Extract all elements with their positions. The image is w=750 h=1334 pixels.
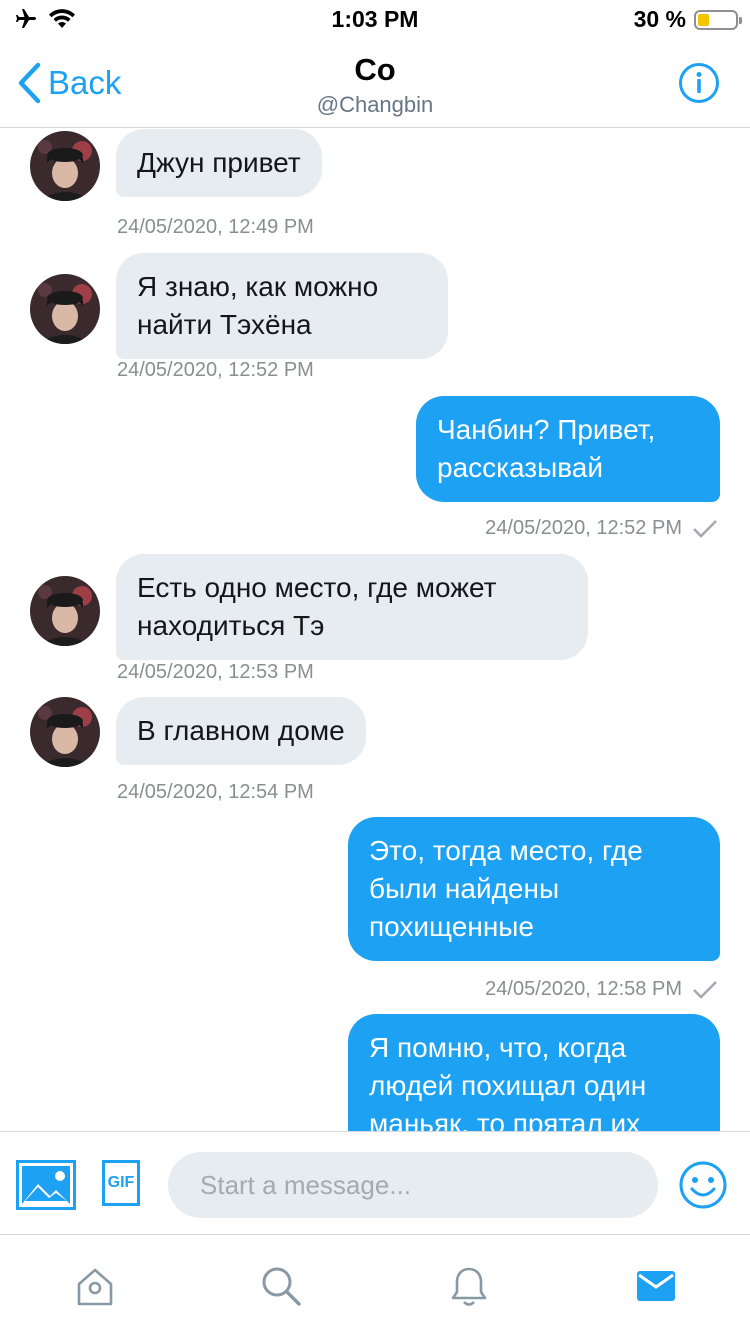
message-timestamp: 24/05/2020, 12:52 PM bbox=[485, 517, 718, 540]
message-bubble-outgoing[interactable]: Чанбин? Привет, рассказывай bbox=[416, 396, 720, 502]
message-bubble-incoming[interactable]: Я знаю, как можно найти Тэхёна bbox=[116, 253, 448, 359]
avatar[interactable] bbox=[30, 131, 100, 201]
message-thread[interactable]: Джун привет 24/05/2020, 12:49 PM Я знаю,… bbox=[0, 129, 750, 1131]
tab-notifications[interactable] bbox=[446, 1263, 492, 1309]
message-timestamp: 24/05/2020, 12:53 PM bbox=[117, 661, 314, 683]
messages-icon bbox=[637, 1271, 675, 1301]
add-photo-button[interactable] bbox=[16, 1160, 76, 1215]
tab-home[interactable] bbox=[72, 1263, 118, 1309]
timestamp-text: 24/05/2020, 12:52 PM bbox=[485, 517, 682, 539]
avatar[interactable] bbox=[30, 576, 100, 646]
message-bubble-outgoing[interactable]: Это, тогда место, где были найдены похищ… bbox=[348, 817, 720, 961]
message-timestamp: 24/05/2020, 12:54 PM bbox=[117, 781, 314, 803]
conversation-handle: @Changbin bbox=[316, 92, 434, 117]
status-bar: 1:03 PM 30 % bbox=[0, 0, 750, 40]
image-icon bbox=[16, 1160, 76, 1210]
tab-messages[interactable] bbox=[633, 1263, 679, 1309]
message-composer: GIF bbox=[0, 1131, 750, 1235]
status-right: 30 % bbox=[633, 6, 742, 33]
tab-bar bbox=[0, 1235, 750, 1334]
battery-icon bbox=[694, 9, 742, 30]
conversation-header: Back Co @Changbin bbox=[0, 40, 750, 128]
notifications-icon bbox=[451, 1267, 487, 1306]
battery-percent: 30 % bbox=[633, 6, 686, 32]
emoji-icon bbox=[679, 1161, 727, 1209]
search-icon bbox=[262, 1267, 301, 1306]
avatar[interactable] bbox=[30, 697, 100, 767]
home-icon bbox=[77, 1268, 113, 1306]
emoji-button[interactable] bbox=[678, 1160, 728, 1215]
message-bubble-incoming[interactable]: Есть одно место, где может находиться Тэ bbox=[116, 554, 588, 660]
message-timestamp: 24/05/2020, 12:52 PM bbox=[117, 359, 314, 381]
message-bubble-outgoing[interactable]: Я помню, что, когда людей похищал один м… bbox=[348, 1014, 720, 1131]
message-timestamp: 24/05/2020, 12:49 PM bbox=[117, 216, 314, 238]
info-icon bbox=[679, 63, 719, 103]
message-timestamp: 24/05/2020, 12:58 PM bbox=[485, 978, 718, 1001]
avatar[interactable] bbox=[30, 274, 100, 344]
message-input[interactable] bbox=[168, 1152, 658, 1218]
read-check-icon bbox=[693, 980, 717, 999]
message-bubble-incoming[interactable]: Джун привет bbox=[116, 129, 322, 197]
message-bubble-incoming[interactable]: В главном доме bbox=[116, 697, 366, 765]
info-button[interactable] bbox=[678, 62, 720, 109]
tab-search[interactable] bbox=[258, 1263, 304, 1309]
read-check-icon bbox=[693, 519, 717, 538]
conversation-title: Co bbox=[354, 52, 396, 87]
gif-icon: GIF bbox=[107, 1174, 135, 1191]
gif-button[interactable]: GIF bbox=[102, 1160, 140, 1206]
timestamp-text: 24/05/2020, 12:58 PM bbox=[485, 978, 682, 1000]
